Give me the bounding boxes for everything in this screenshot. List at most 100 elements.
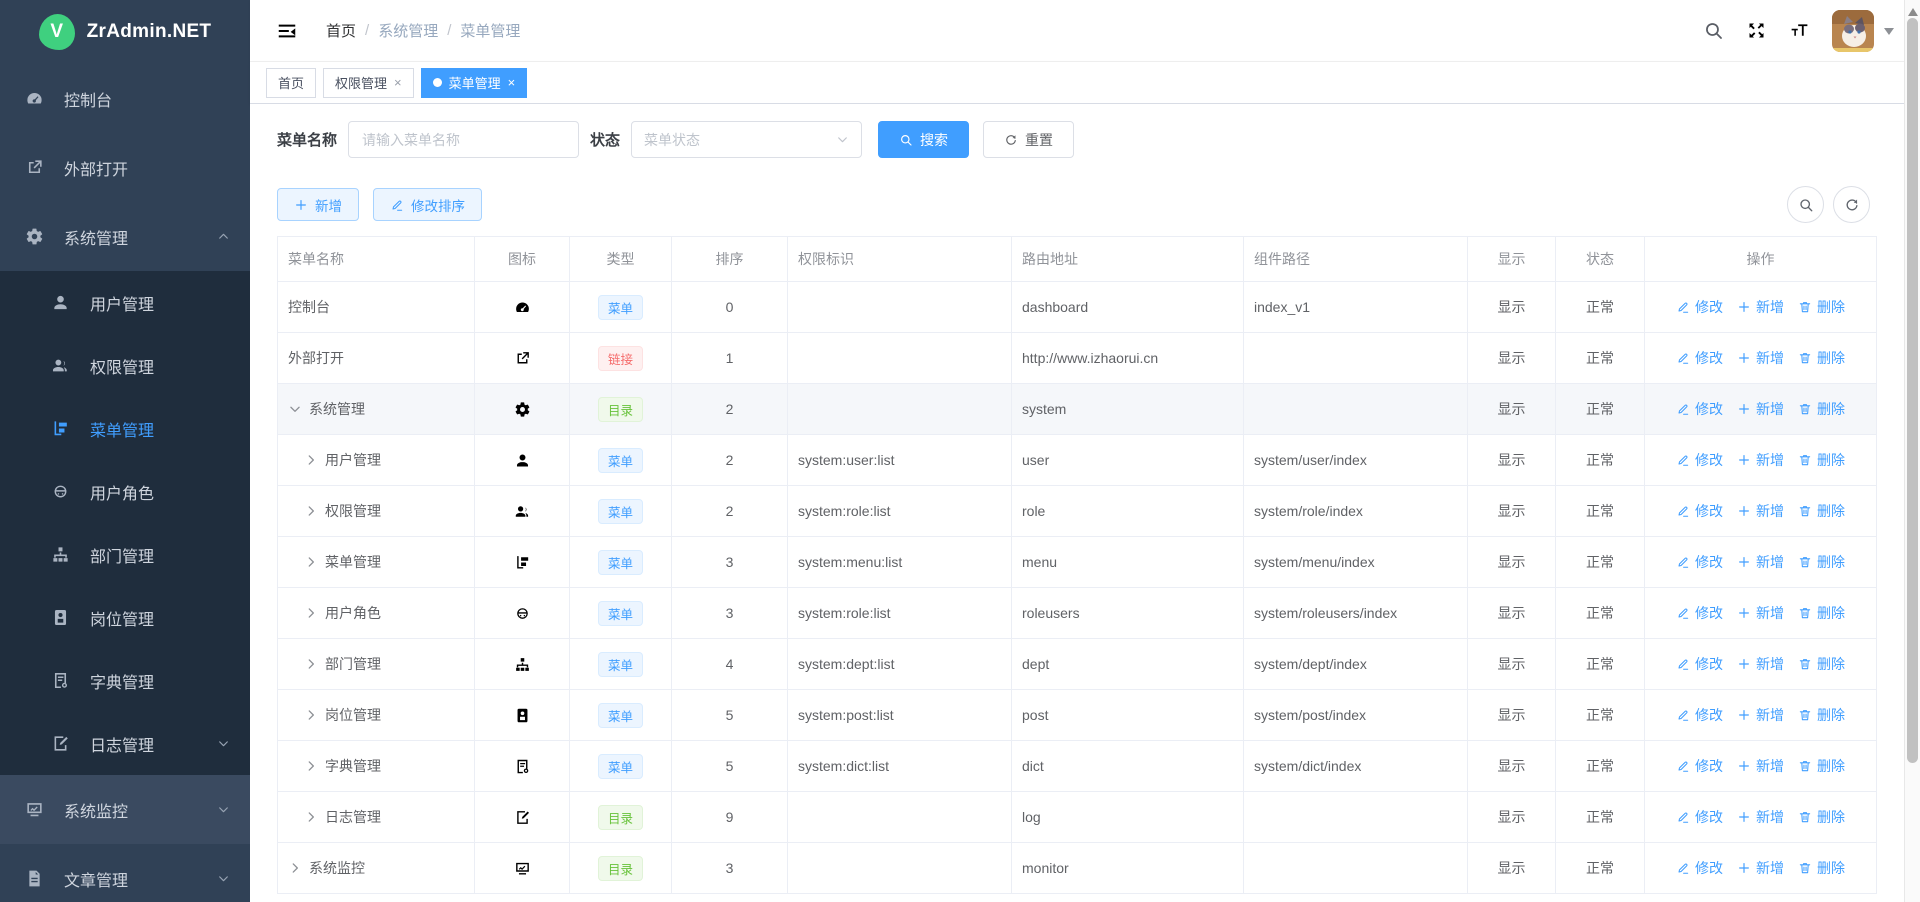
expand-closed-icon[interactable] xyxy=(304,453,318,467)
sidebar-item-label: 岗位管理 xyxy=(90,606,230,630)
table-row: 岗位管理菜单5system:post:listpostsystem/post/i… xyxy=(278,690,1876,741)
scrollbar-thumb[interactable] xyxy=(1907,18,1918,763)
expand-closed-icon[interactable] xyxy=(304,504,318,518)
row-action-plus[interactable]: 新增 xyxy=(1737,501,1784,521)
fullscreen-icon[interactable] xyxy=(1746,20,1767,41)
cell-order: 0 xyxy=(672,282,788,332)
row-action-edit[interactable]: 修改 xyxy=(1676,705,1723,725)
cell-actions: 修改新增删除 xyxy=(1645,384,1876,434)
breadcrumb-separator: / xyxy=(447,22,451,39)
cell-order: 2 xyxy=(672,384,788,434)
row-action-trash[interactable]: 删除 xyxy=(1798,399,1845,419)
row-action-plus[interactable]: 新增 xyxy=(1737,756,1784,776)
sidebar-item-org[interactable]: 部门管理 xyxy=(0,523,250,586)
row-action-plus[interactable]: 新增 xyxy=(1737,348,1784,368)
row-action-plus[interactable]: 新增 xyxy=(1737,297,1784,317)
tab-item[interactable]: 首页 xyxy=(266,68,316,98)
row-action-edit[interactable]: 修改 xyxy=(1676,552,1723,572)
menu-name-input[interactable] xyxy=(348,121,579,158)
trash-icon xyxy=(1798,402,1812,416)
row-action-plus[interactable]: 新增 xyxy=(1737,603,1784,623)
row-action-edit[interactable]: 修改 xyxy=(1676,297,1723,317)
column-header: 显示 xyxy=(1468,237,1556,281)
breadcrumb: 首页/系统管理/菜单管理 xyxy=(326,20,1703,41)
sidebar-item-users[interactable]: 权限管理 xyxy=(0,334,250,397)
sidebar-item-gear[interactable]: 系统管理 xyxy=(0,202,250,271)
expand-closed-icon[interactable] xyxy=(304,759,318,773)
cell-icon xyxy=(475,843,570,893)
row-action-edit[interactable]: 修改 xyxy=(1676,756,1723,776)
row-action-edit[interactable]: 修改 xyxy=(1676,654,1723,674)
cell-menu-name: 系统监控 xyxy=(278,843,475,893)
sidebar-item-doc[interactable]: 文章管理 xyxy=(0,844,250,902)
navbar-tools xyxy=(1703,10,1894,52)
breadcrumb-item[interactable]: 首页 xyxy=(326,20,356,41)
expand-closed-icon[interactable] xyxy=(288,861,302,875)
edit-icon xyxy=(1676,504,1690,518)
search-button[interactable]: 搜索 xyxy=(878,121,969,158)
sidebar-item-log[interactable]: 日志管理 xyxy=(0,712,250,775)
cell-status: 正常 xyxy=(1556,588,1645,638)
row-action-trash[interactable]: 删除 xyxy=(1798,654,1845,674)
row-action-trash[interactable]: 删除 xyxy=(1798,552,1845,572)
header-search-icon[interactable] xyxy=(1703,20,1724,41)
tab-close-icon[interactable]: × xyxy=(508,76,516,89)
expand-closed-icon[interactable] xyxy=(304,708,318,722)
row-action-trash[interactable]: 删除 xyxy=(1798,705,1845,725)
sidebar-item-badge[interactable]: 岗位管理 xyxy=(0,586,250,649)
row-action-trash[interactable]: 删除 xyxy=(1798,450,1845,470)
sidebar-collapse-icon[interactable] xyxy=(276,20,298,42)
row-action-plus[interactable]: 新增 xyxy=(1737,654,1784,674)
sidebar-item-monitor[interactable]: 系统监控 xyxy=(0,775,250,844)
row-action-plus[interactable]: 新增 xyxy=(1737,807,1784,827)
sidebar-item-user[interactable]: 用户管理 xyxy=(0,271,250,334)
row-action-trash[interactable]: 删除 xyxy=(1798,501,1845,521)
status-select[interactable]: 菜单状态 xyxy=(631,121,862,158)
refresh-table-button[interactable] xyxy=(1833,186,1870,223)
row-action-trash[interactable]: 删除 xyxy=(1798,756,1845,776)
row-action-trash[interactable]: 删除 xyxy=(1798,807,1845,827)
book-icon xyxy=(514,758,531,775)
row-action-edit[interactable]: 修改 xyxy=(1676,501,1723,521)
cell-perm: system:dept:list xyxy=(788,639,1012,689)
row-action-trash[interactable]: 删除 xyxy=(1798,297,1845,317)
app-logo[interactable]: V ZrAdmin.NET xyxy=(0,0,250,64)
row-action-trash[interactable]: 删除 xyxy=(1798,348,1845,368)
add-button[interactable]: 新增 xyxy=(277,188,359,221)
edit-sort-button[interactable]: 修改排序 xyxy=(373,188,482,221)
expand-closed-icon[interactable] xyxy=(304,657,318,671)
row-action-plus[interactable]: 新增 xyxy=(1737,858,1784,878)
tab-active[interactable]: 菜单管理× xyxy=(421,68,528,98)
scroll-up-arrow-icon[interactable] xyxy=(1908,3,1918,16)
edit-icon xyxy=(1676,351,1690,365)
expand-open-icon[interactable] xyxy=(288,402,302,416)
row-action-plus[interactable]: 新增 xyxy=(1737,705,1784,725)
reset-button[interactable]: 重置 xyxy=(983,121,1074,158)
row-action-edit[interactable]: 修改 xyxy=(1676,807,1723,827)
tab-close-icon[interactable]: × xyxy=(394,76,402,89)
row-action-edit[interactable]: 修改 xyxy=(1676,603,1723,623)
sidebar-item-gauge[interactable]: 控制台 xyxy=(0,64,250,133)
sidebar-item-tree[interactable]: 菜单管理 xyxy=(0,397,250,460)
sidebar-item-external[interactable]: 外部打开 xyxy=(0,133,250,202)
font-size-icon[interactable] xyxy=(1789,20,1810,41)
sidebar-item-robot[interactable]: 用户角色 xyxy=(0,460,250,523)
user-menu[interactable] xyxy=(1832,10,1894,52)
row-action-edit[interactable]: 修改 xyxy=(1676,399,1723,419)
row-action-edit[interactable]: 修改 xyxy=(1676,450,1723,470)
tab-item[interactable]: 权限管理× xyxy=(323,68,414,98)
expand-closed-icon[interactable] xyxy=(304,810,318,824)
toggle-search-button[interactable] xyxy=(1787,186,1824,223)
sidebar-item-label: 外部打开 xyxy=(64,156,230,180)
row-action-plus[interactable]: 新增 xyxy=(1737,552,1784,572)
row-action-plus[interactable]: 新增 xyxy=(1737,399,1784,419)
page-scrollbar[interactable] xyxy=(1904,0,1920,902)
row-action-trash[interactable]: 删除 xyxy=(1798,858,1845,878)
row-action-edit[interactable]: 修改 xyxy=(1676,858,1723,878)
row-action-edit[interactable]: 修改 xyxy=(1676,348,1723,368)
row-action-plus[interactable]: 新增 xyxy=(1737,450,1784,470)
sidebar-item-book[interactable]: 字典管理 xyxy=(0,649,250,712)
expand-closed-icon[interactable] xyxy=(304,555,318,569)
expand-closed-icon[interactable] xyxy=(304,606,318,620)
row-action-trash[interactable]: 删除 xyxy=(1798,603,1845,623)
